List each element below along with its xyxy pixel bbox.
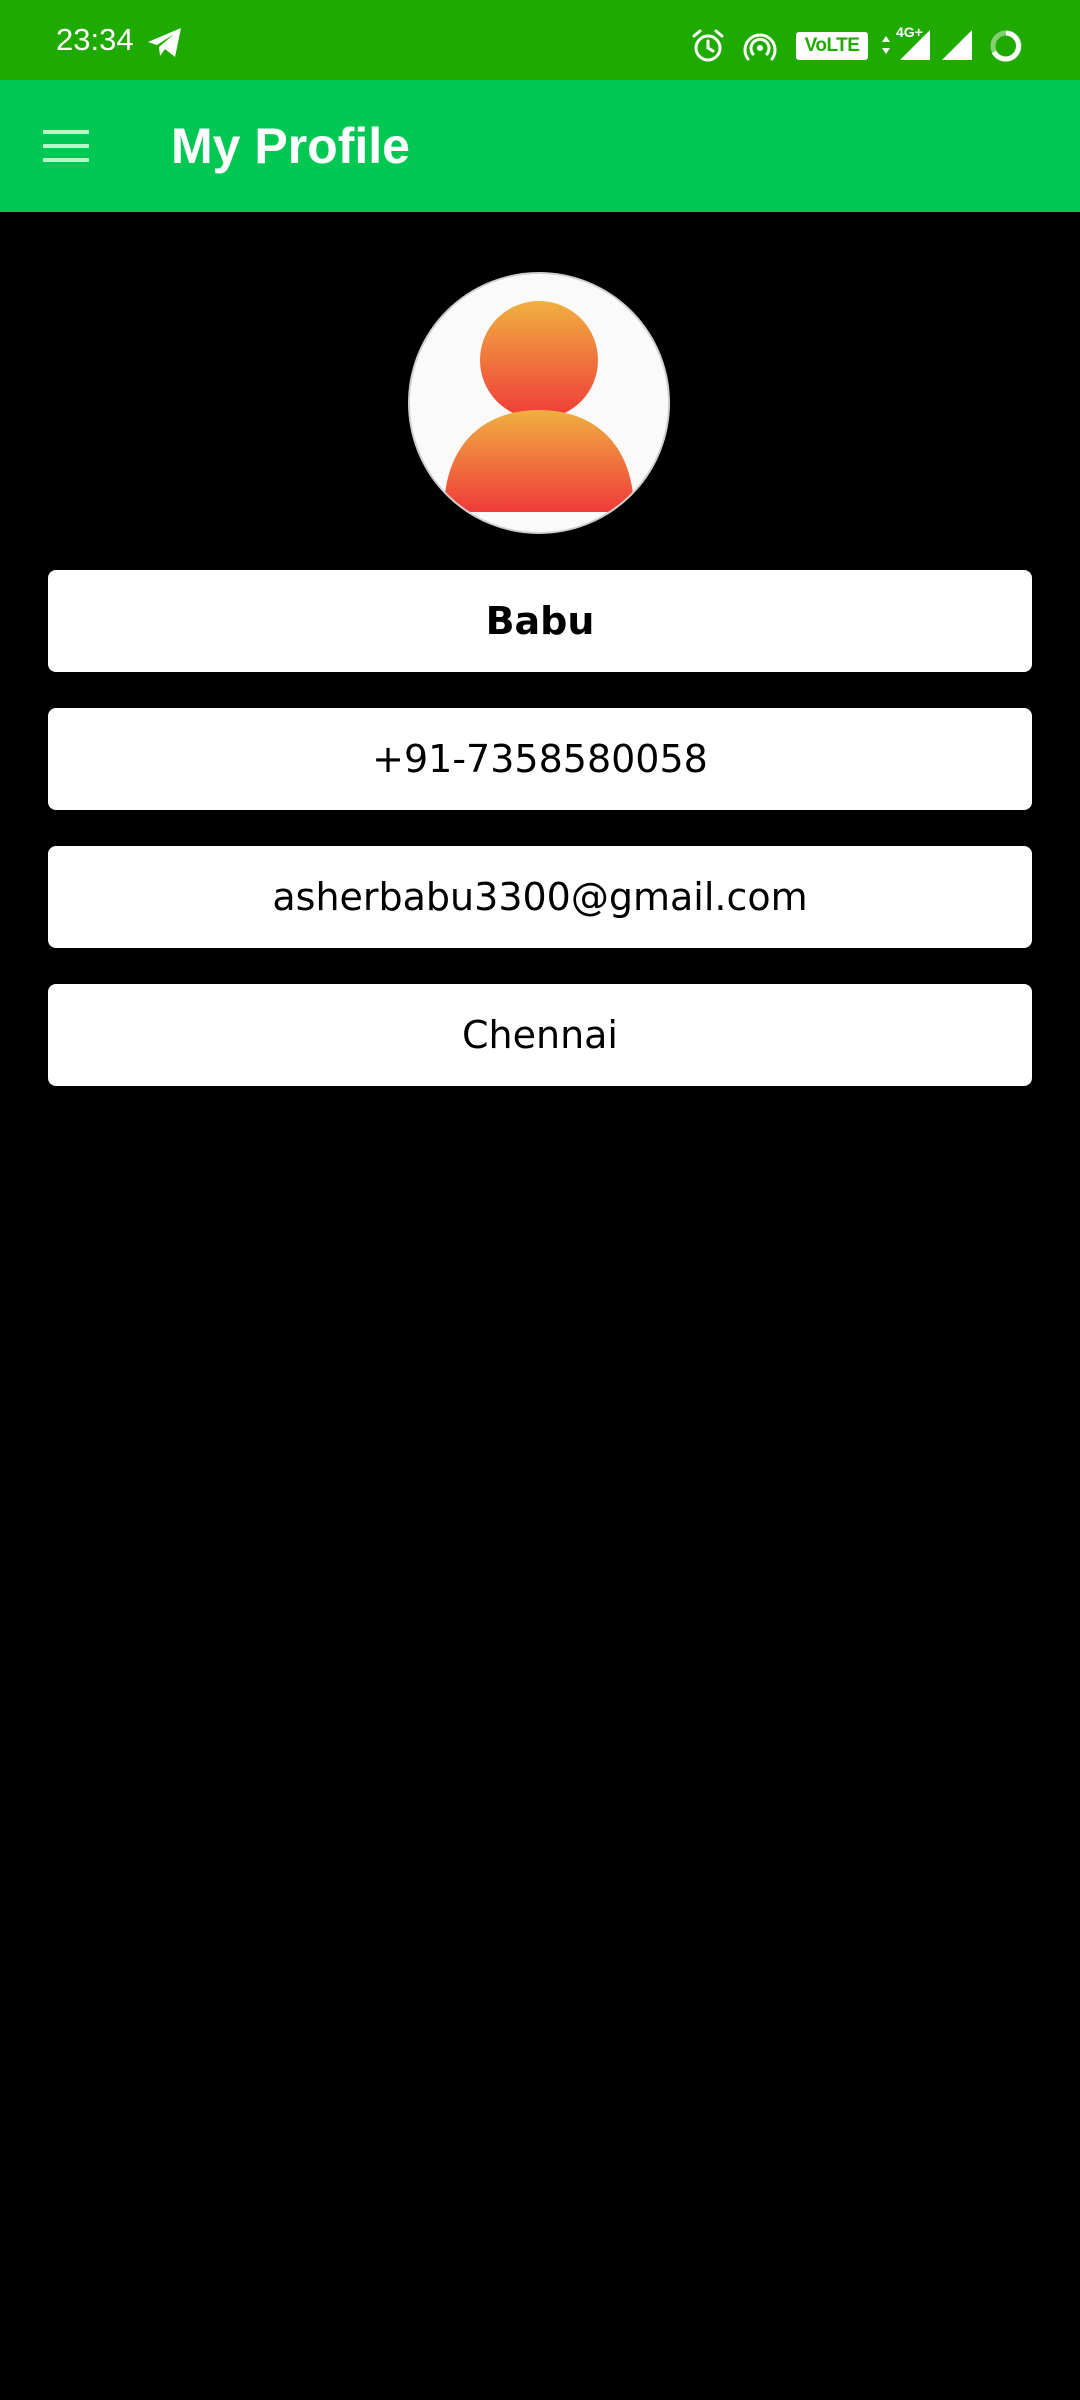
profile-email: asherbabu3300@gmail.com [48, 846, 1032, 948]
battery-icon [990, 30, 1022, 62]
profile-phone: +91-7358580058 [48, 708, 1032, 810]
alarm-icon [692, 29, 724, 62]
menu-button[interactable] [28, 112, 104, 180]
network-type: 4G+ [896, 24, 923, 40]
status-time: 23:34 [56, 22, 134, 57]
data-arrows-icon [882, 36, 890, 54]
volte-badge: VoLTE [796, 32, 868, 60]
avatar[interactable] [408, 272, 670, 534]
telegram-icon [148, 28, 181, 57]
hamburger-menu-icon [43, 130, 89, 162]
signal-icon [942, 30, 972, 60]
hotspot-icon [743, 33, 777, 61]
profile-city: Chennai [48, 984, 1032, 1086]
profile-name: Babu [48, 570, 1032, 672]
user-avatar-icon [444, 301, 634, 512]
status-bar: 23:34 VoLTE 4G+ [0, 0, 1080, 80]
page-title: My Profile [171, 118, 410, 174]
app-bar: My Profile [0, 80, 1080, 212]
